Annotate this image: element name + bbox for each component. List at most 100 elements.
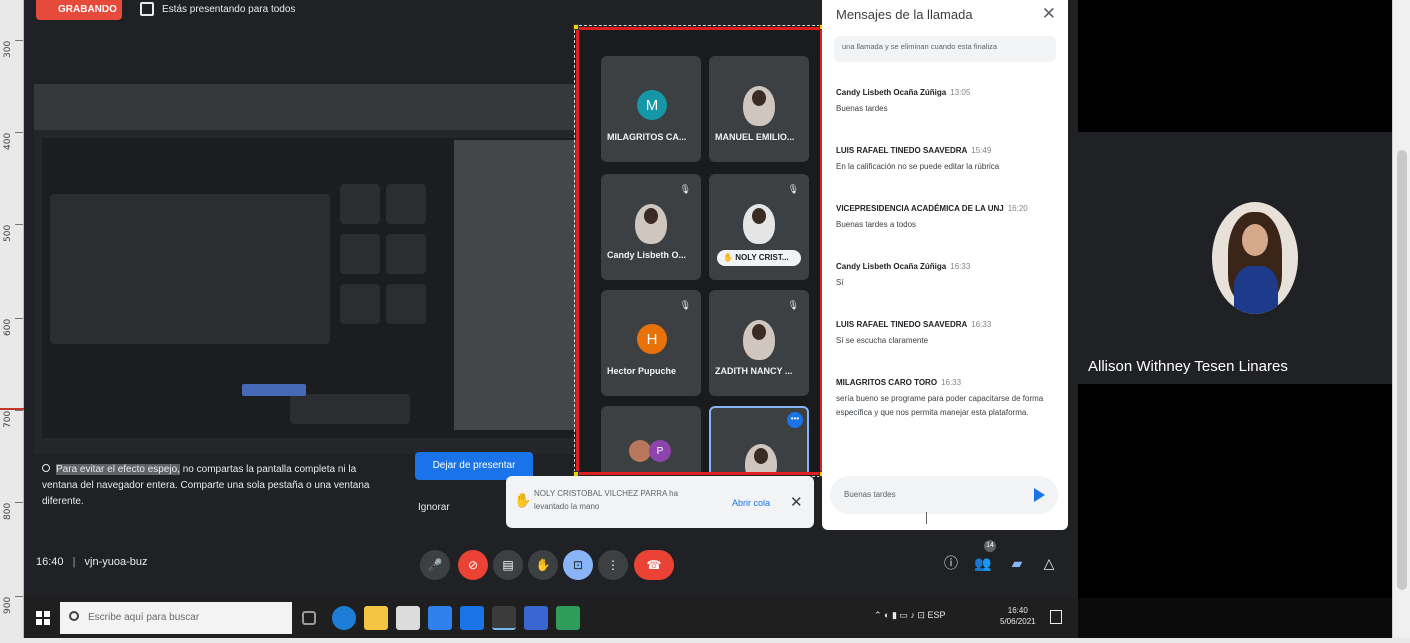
presenter-top-area — [1078, 0, 1392, 132]
file-explorer-icon[interactable] — [364, 606, 388, 630]
participant-tile[interactable]: MANUEL EMILIO... — [709, 56, 809, 162]
chat-message: Candy Lisbeth Ocaña Zúñiga 16:33 Sí — [836, 262, 971, 287]
raised-hand-toast: ✋ NOLY CRISTOBAL VILCHEZ PARRA ha levant… — [506, 476, 814, 528]
ruler-label: 800 — [3, 502, 13, 520]
ruler-label: 700 — [3, 410, 13, 428]
participant-grid: M MILAGRITOS CA... MANUEL EMILIO... 🎙 Ca… — [574, 25, 825, 477]
taskbar-clock[interactable]: 16:40 5/06/2021 — [1000, 605, 1036, 627]
ignore-button[interactable]: Ignorar — [418, 502, 450, 513]
captions-button[interactable]: ▤ — [493, 550, 523, 580]
presenting-banner: Estás presentando para todos — [140, 0, 295, 18]
raised-hand-label: ✋ NOLY CRIST... — [717, 250, 801, 266]
close-icon[interactable]: ✕ — [790, 493, 803, 511]
raise-hand-button[interactable]: ✋ — [528, 550, 558, 580]
more-options-button[interactable]: ⋮ — [598, 550, 628, 580]
mirror-screen-preview — [34, 84, 590, 454]
task-view-icon[interactable] — [302, 611, 316, 625]
chat-title: Mensajes de la llamada — [836, 7, 973, 22]
people-icon[interactable]: 👥 — [972, 552, 994, 574]
participant-name: Candy Lisbeth O... — [607, 250, 687, 260]
chat-message: LUIS RAFAEL TINEDO SAAVEDRA 16:33 Sí se e… — [836, 320, 992, 345]
mic-muted-icon: 🎙 — [787, 300, 799, 310]
meeting-code: vjn-yuoa-buz — [84, 556, 148, 568]
participant-count-badge: 14 — [984, 540, 996, 552]
toast-text: NOLY CRISTOBAL VILCHEZ PARRA ha levantad… — [534, 489, 679, 511]
mic-muted-icon: 🎙 — [679, 184, 691, 194]
avatar — [629, 440, 651, 462]
leave-call-button[interactable]: ☎ — [634, 550, 674, 580]
camera-off-button[interactable]: ⊘ — [458, 550, 488, 580]
text-cursor — [926, 512, 929, 524]
ruler-label: 600 — [3, 318, 13, 336]
notification-icon[interactable] — [1050, 610, 1062, 624]
activities-icon[interactable]: △ — [1038, 552, 1060, 574]
presenter-avatar — [1212, 202, 1298, 314]
participant-name: Hector Pupuche — [607, 366, 677, 376]
mic-muted-icon: 🎙 — [787, 184, 799, 194]
system-tray[interactable]: ⌃ ◐ ▮ ▭ ♪ ⊡ ESP — [874, 610, 946, 621]
recording-badge: GRABANDO — [36, 0, 122, 20]
app-icon[interactable] — [524, 606, 548, 630]
search-icon — [69, 611, 79, 621]
avatar: P — [649, 440, 671, 462]
avatar — [743, 320, 775, 360]
window-bottom-edge — [0, 638, 1410, 643]
participant-tile-group[interactable]: P — [601, 406, 701, 472]
vertical-ruler: 300 400 500 600 700 800 900 — [0, 0, 24, 643]
participant-tile-self[interactable]: ••• — [709, 406, 809, 472]
app-icon[interactable] — [460, 606, 484, 630]
avatar: H — [637, 324, 667, 354]
chrome-icon[interactable] — [492, 606, 516, 630]
present-screen-icon — [140, 2, 154, 16]
participant-tile[interactable]: 🎙 ZADITH NANCY ... — [709, 290, 809, 396]
vertical-scrollbar[interactable] — [1392, 0, 1410, 643]
close-icon[interactable]: ✕ — [1042, 4, 1056, 24]
store-icon[interactable] — [396, 606, 420, 630]
mail-icon[interactable] — [428, 606, 452, 630]
meeting-details-icon[interactable]: ⓘ — [940, 552, 962, 574]
chat-input[interactable]: Buenas tardes — [830, 476, 1058, 514]
more-options-icon[interactable]: ••• — [787, 412, 803, 428]
excel-icon[interactable] — [556, 606, 580, 630]
avatar — [745, 444, 777, 472]
presenting-text: Estás presentando para todos — [162, 3, 296, 15]
edge-icon[interactable] — [332, 606, 356, 630]
chat-icon[interactable]: ▰ — [1006, 552, 1028, 574]
meeting-info: 16:40 | vjn-yuoa-buz — [36, 556, 148, 568]
participant-name: ZADITH NANCY ... — [715, 366, 793, 376]
present-button[interactable]: ⊡ — [563, 550, 593, 580]
mirror-warning: Para evitar el efecto espejo, no compart… — [42, 464, 370, 507]
open-queue-button[interactable]: Abrir cola — [732, 498, 770, 508]
presenter-bottom-area — [1078, 384, 1392, 598]
avatar — [635, 204, 667, 244]
participant-tile[interactable]: 🎙 H Hector Pupuche — [601, 290, 701, 396]
taskbar-search-input[interactable]: Escribe aquí para buscar — [60, 602, 292, 634]
microphone-button[interactable]: 🎤 — [420, 550, 450, 580]
send-icon[interactable] — [1034, 488, 1045, 502]
ruler-label: 300 — [3, 40, 13, 58]
presenter-name: Allison Withney Tesen Linares — [1088, 358, 1288, 375]
avatar: M — [637, 90, 667, 120]
chat-message: VICEPRESIDENCIA ACADÉMICA DE LA UNJ 16:20… — [836, 204, 1028, 229]
raised-hand-icon: ✋ — [514, 492, 532, 508]
participant-tile[interactable]: M MILAGRITOS CA... — [601, 56, 701, 162]
avatar — [743, 204, 775, 244]
participant-tile[interactable]: 🎙 ✋ NOLY CRIST... — [709, 174, 809, 280]
screen: 300 400 500 600 700 800 900 GRABANDO Est… — [0, 0, 1410, 643]
windows-start-icon[interactable] — [36, 611, 50, 625]
windows-taskbar: Escribe aquí para buscar ⌃ ◐ ▮ ▭ ♪ ⊡ ESP… — [24, 598, 1078, 638]
participant-tile[interactable]: 🎙 Candy Lisbeth O... — [601, 174, 701, 280]
chat-message: LUIS RAFAEL TINEDO SAAVEDRA 15:49 En la c… — [836, 146, 1000, 171]
selection-handle[interactable] — [573, 24, 579, 30]
chat-message: MILAGRITOS CARO TORO 16:33 sería bueno se… — [836, 378, 1044, 417]
chat-panel: Mensajes de la llamada ✕ una llamada y s… — [822, 0, 1068, 530]
presenter-video: Allison Withney Tesen Linares — [1078, 132, 1392, 384]
ruler-label: 400 — [3, 132, 13, 150]
ruler-label: 900 — [3, 596, 13, 614]
avatar — [743, 86, 775, 126]
ruler-label: 500 — [3, 224, 13, 242]
participant-name: MANUEL EMILIO... — [715, 132, 795, 142]
ruler-indicator — [0, 408, 24, 410]
info-icon — [42, 464, 50, 472]
scrollbar-thumb[interactable] — [1397, 150, 1407, 590]
